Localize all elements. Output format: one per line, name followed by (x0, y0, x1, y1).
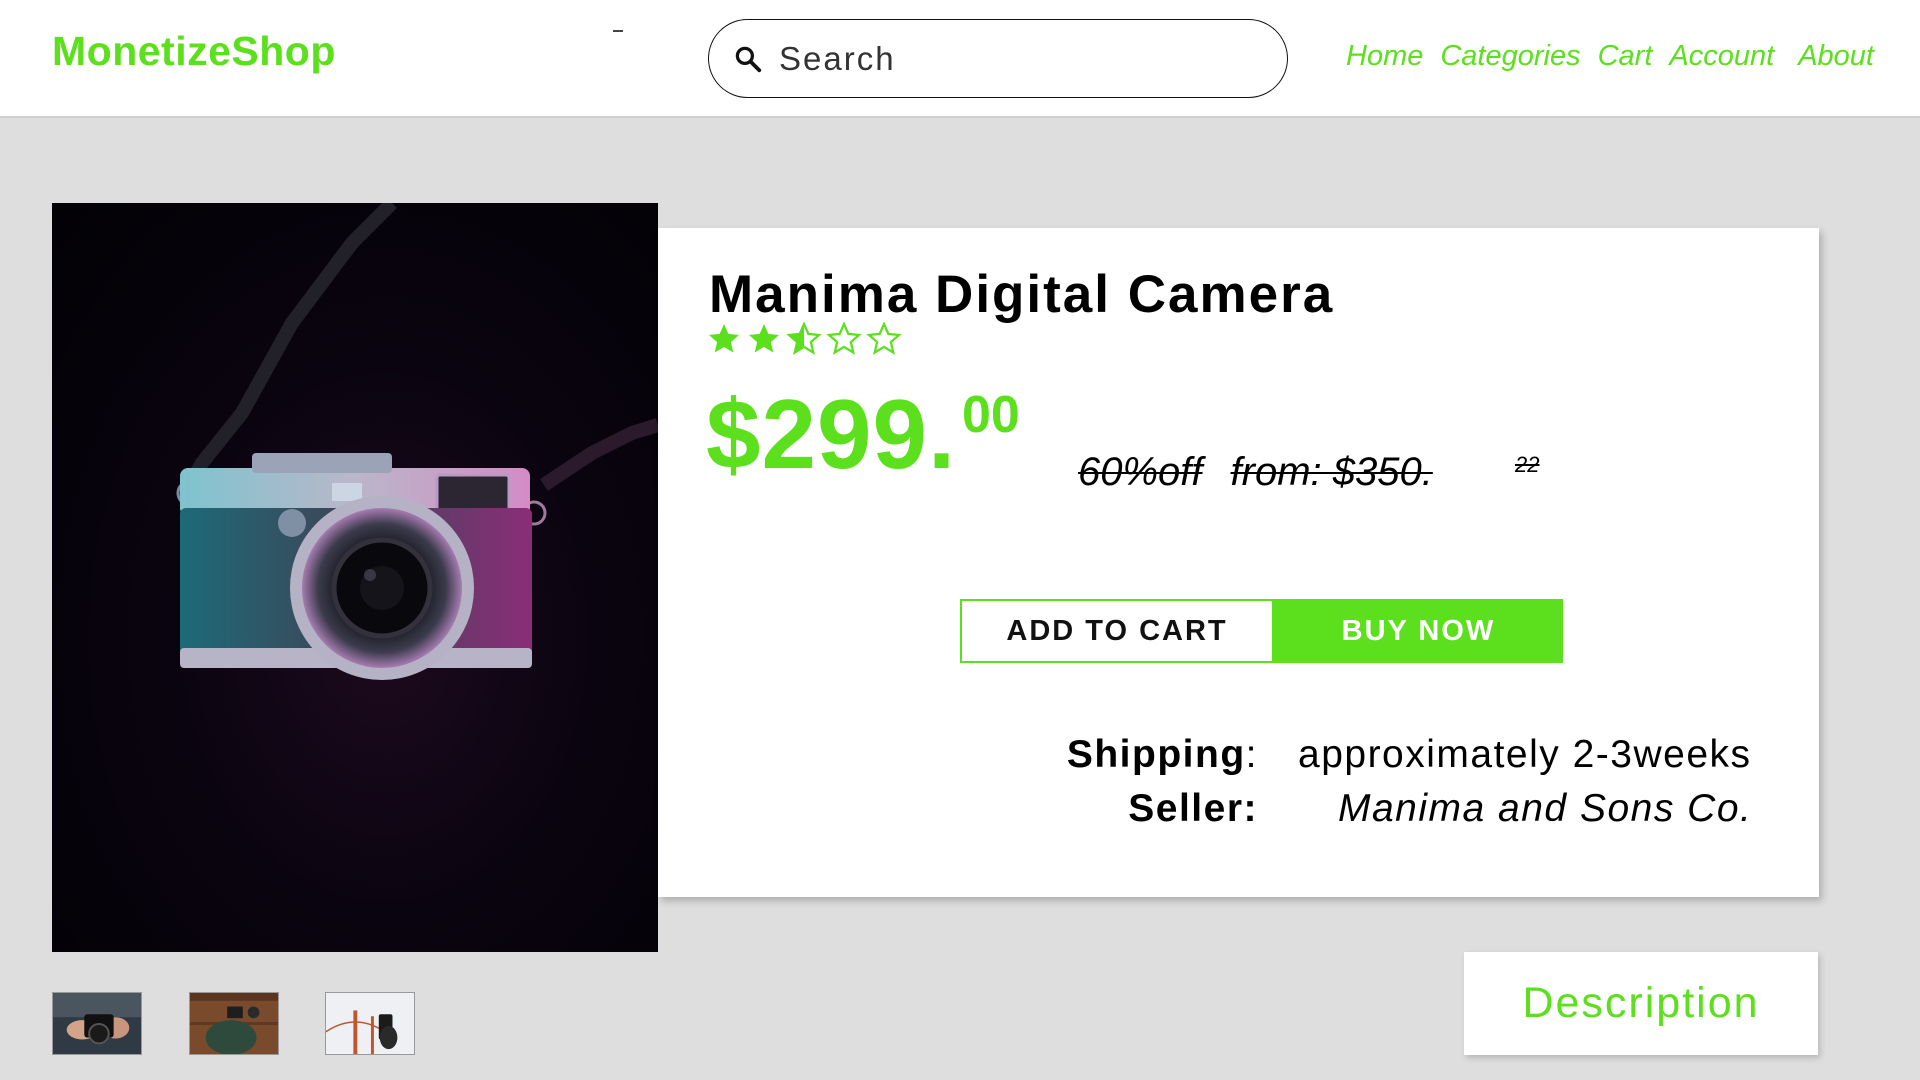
buy-now-button[interactable]: BUY NOW (1274, 599, 1563, 663)
shipping-row: Shipping: approximately 2-3weeks (1058, 733, 1752, 777)
shipping-value: approximately 2-3weeks (1298, 733, 1752, 776)
seller-label: Seller: (1128, 787, 1258, 830)
star-full-icon (749, 324, 779, 353)
brand-logo[interactable]: MonetizeShop (52, 28, 336, 75)
search-icon (735, 46, 762, 72)
nav-home[interactable]: Home (1346, 40, 1423, 73)
original-price-cents: 22 (1515, 452, 1540, 477)
seller-row: Seller: Manima and Sons Co. (1058, 787, 1752, 831)
product-details-card: Manima Digital Camera $299. 00 60%off fr… (658, 228, 1819, 897)
description-tab[interactable]: Description (1464, 952, 1818, 1055)
divider-mark (613, 30, 623, 32)
top-header: MonetizeShop Home Categories Cart Accoun… (0, 0, 1920, 118)
add-to-cart-button[interactable]: ADD TO CART (960, 599, 1274, 663)
rating-stars (706, 321, 902, 357)
star-full-icon (709, 324, 739, 353)
old-price: 60%off from: $350. (1078, 450, 1433, 495)
star-half-icon (786, 321, 822, 355)
nav-categories[interactable]: Categories (1440, 40, 1580, 73)
original-price: from: $350. (1230, 450, 1433, 494)
thumbnail-3[interactable] (325, 992, 415, 1055)
thumbnail-2[interactable] (189, 992, 279, 1055)
star-empty-icon (866, 321, 902, 355)
purchase-buttons: ADD TO CART BUY NOW (960, 599, 1563, 663)
nav-about[interactable]: About (1798, 40, 1874, 73)
seller-value: Manima and Sons Co. (1338, 787, 1753, 830)
main-nav: Home Categories Cart Account About (1346, 40, 1874, 73)
nav-cart[interactable]: Cart (1598, 40, 1653, 73)
current-price-cents: 00 (962, 386, 1020, 444)
search-input[interactable] (779, 39, 1249, 78)
search-bar[interactable] (708, 19, 1288, 98)
nav-account[interactable]: Account (1669, 40, 1774, 73)
current-price: $299. (706, 379, 957, 489)
thumbnail-1[interactable] (52, 992, 142, 1055)
product-title: Manima Digital Camera (709, 265, 1335, 324)
shipping-label: Shipping: (1066, 733, 1258, 776)
product-main-image[interactable] (52, 203, 658, 952)
star-empty-icon (826, 321, 862, 355)
discount-text: 60%off (1078, 450, 1203, 494)
